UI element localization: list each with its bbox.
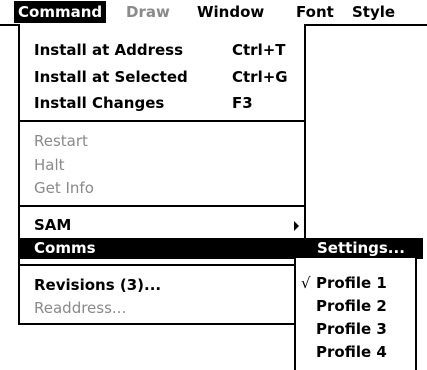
menu-item-install-changes[interactable]: Install Changes F3: [20, 93, 304, 114]
submenu-item-label: Profile 2: [316, 297, 387, 315]
menu-item-label: Halt: [34, 156, 65, 174]
menu-separator: [20, 120, 304, 122]
menu-window[interactable]: Window: [193, 1, 268, 23]
checkmark-icon: √: [301, 274, 311, 292]
submenu-item-settings[interactable]: Settings...: [306, 238, 423, 259]
menu-item-label: Revisions (3)...: [34, 276, 162, 294]
menu-item-label: SAM: [34, 216, 72, 234]
submenu-item-profile-1[interactable]: √ Profile 1: [296, 273, 415, 294]
menu-item-readdress[interactable]: Readdress...: [20, 298, 304, 319]
menu-item-label: Restart: [34, 132, 88, 150]
menu-item-label: Install at Address: [34, 41, 184, 59]
submenu-item-profile-2[interactable]: Profile 2: [296, 296, 415, 317]
menu-item-label: Readdress...: [34, 299, 127, 317]
submenu-item-label: Settings...: [317, 239, 405, 257]
menu-item-sam[interactable]: SAM: [20, 215, 304, 236]
menu-command[interactable]: Command: [14, 1, 107, 23]
submenu-item-profile-3[interactable]: Profile 3: [296, 319, 415, 340]
submenu-arrow-icon: [294, 221, 299, 231]
menu-style[interactable]: Style: [348, 1, 399, 23]
menu-bar: Command Draw Window Font Style: [0, 0, 427, 26]
submenu-item-label: Profile 4: [316, 343, 387, 361]
comms-submenu: √ Profile 1 Profile 2 Profile 3 Profile …: [294, 258, 417, 370]
menu-font[interactable]: Font: [292, 1, 338, 23]
menu-item-label: Comms: [34, 239, 96, 257]
menu-item-label: Get Info: [34, 179, 94, 197]
menu-item-revisions[interactable]: Revisions (3)...: [20, 275, 304, 296]
menu-separator: [20, 205, 304, 207]
menu-item-restart[interactable]: Restart: [20, 131, 304, 152]
menu-item-install-at-address[interactable]: Install at Address Ctrl+T: [20, 40, 304, 61]
command-menu: Install at Address Ctrl+T Install at Sel…: [18, 24, 306, 325]
menu-draw[interactable]: Draw: [122, 1, 174, 23]
menu-item-comms[interactable]: Comms: [20, 238, 304, 259]
menu-item-accelerator: Ctrl+G: [232, 68, 288, 86]
submenu-item-profile-4[interactable]: Profile 4: [296, 342, 415, 363]
menu-separator: [20, 264, 304, 266]
menu-item-accelerator: F3: [232, 94, 253, 112]
submenu-item-label: Profile 3: [316, 320, 387, 338]
submenu-item-label: Profile 1: [316, 274, 387, 292]
menu-item-accelerator: Ctrl+T: [232, 41, 286, 59]
menu-item-halt[interactable]: Halt: [20, 155, 304, 176]
menu-item-label: Install Changes: [34, 94, 165, 112]
menu-item-install-at-selected[interactable]: Install at Selected Ctrl+G: [20, 67, 304, 88]
menu-item-label: Install at Selected: [34, 68, 188, 86]
menu-item-get-info[interactable]: Get Info: [20, 178, 304, 199]
